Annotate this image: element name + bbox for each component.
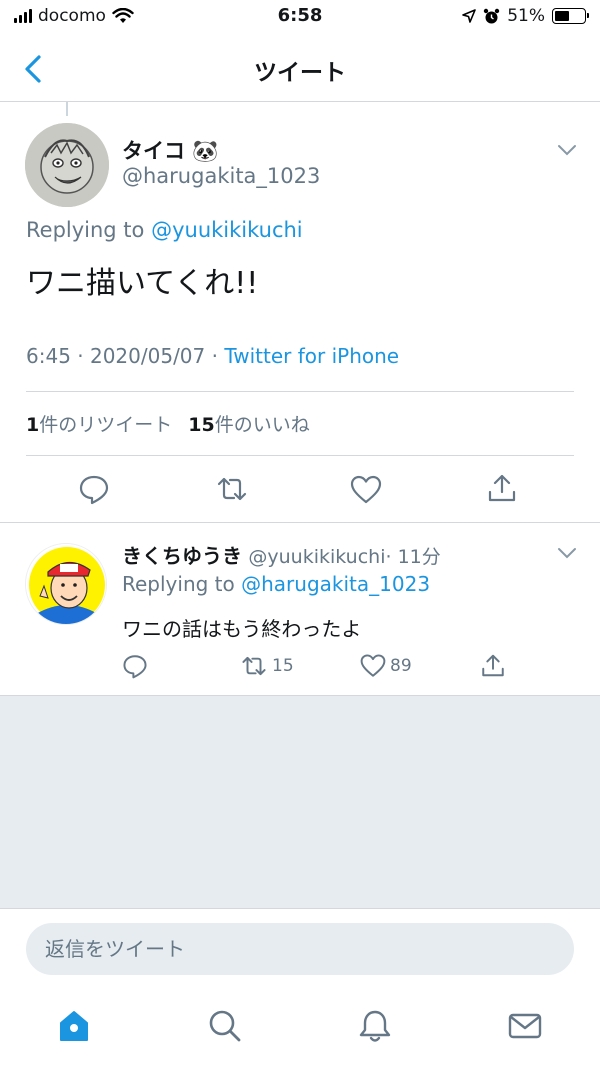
reply-icon	[123, 655, 147, 679]
reply-author-name[interactable]: きくちゆうき	[122, 544, 242, 568]
replying-prefix: Replying to	[26, 218, 152, 242]
like-heart-icon	[360, 654, 386, 677]
retweet-icon	[242, 656, 266, 676]
retweet-stat[interactable]: 1件のリツイート	[26, 410, 172, 437]
reply-like-button[interactable]: 89	[360, 653, 412, 679]
reply-share-button[interactable]	[480, 652, 506, 679]
messages-envelope-icon[interactable]	[507, 1008, 543, 1044]
divider	[26, 391, 574, 392]
reply-replying-to: Replying to @harugakita_1023	[122, 572, 430, 596]
reply-text: ワニの話はもう終わったよ	[122, 617, 362, 641]
author-name[interactable]: タイコ 🐼	[122, 135, 218, 165]
tweet-timestamp: 6:45 · 2020/05/07 ·	[26, 344, 225, 368]
location-arrow-icon	[462, 9, 477, 23]
like-heart-icon[interactable]	[350, 474, 382, 506]
source-link[interactable]: Twitter for iPhone	[224, 344, 399, 368]
reply-avatar[interactable]	[25, 543, 107, 625]
tweet-text: ワニ描いてくれ!!	[26, 266, 259, 301]
notifications-bell-icon[interactable]	[357, 1008, 393, 1044]
share-icon	[482, 654, 504, 677]
avatar-drawing	[26, 544, 106, 624]
thread-connector	[66, 102, 68, 116]
retweet-stat-label: 件のリツイート	[39, 414, 173, 436]
divider	[26, 455, 574, 456]
empty-thread-area	[0, 696, 600, 908]
home-icon[interactable]	[56, 1008, 92, 1044]
like-stat-label: 件のいいね	[214, 414, 310, 436]
page-title: ツイート	[254, 60, 346, 86]
reply-age: · 11分	[385, 546, 441, 568]
retweet-icon[interactable]	[216, 473, 248, 505]
chevron-down-icon[interactable]	[556, 546, 578, 560]
reply-retweet-count: 15	[272, 656, 294, 676]
replying-to: Replying to @yuukikikuchi	[26, 218, 303, 242]
reply-composer	[0, 908, 600, 988]
reply-header: きくちゆうき @yuukikikuchi· 11分	[122, 540, 441, 569]
chevron-down-icon[interactable]	[556, 143, 578, 157]
search-icon[interactable]	[207, 1008, 243, 1044]
like-count: 15	[188, 414, 215, 436]
battery-icon	[552, 8, 589, 24]
battery-percent: 51%	[507, 6, 545, 26]
tweet-meta: 6:45 · 2020/05/07 · Twitter for iPhone	[26, 344, 399, 368]
reply-like-count: 89	[390, 656, 412, 676]
nav-bar: ツイート	[0, 36, 600, 102]
reply-icon[interactable]	[78, 473, 110, 505]
alarm-icon	[484, 8, 500, 23]
retweet-count: 1	[26, 414, 40, 436]
mention-link[interactable]: @harugakita_1023	[241, 572, 430, 596]
divider	[0, 522, 600, 523]
avatar-drawing	[25, 123, 109, 207]
reply-reply-button[interactable]	[122, 653, 148, 679]
avatar[interactable]	[25, 123, 109, 207]
reply-author-handle[interactable]: @yuukikikuchi	[248, 546, 385, 568]
share-icon[interactable]	[486, 472, 518, 504]
status-bar: docomo 6:58 51%	[0, 0, 600, 36]
tab-bar	[0, 988, 600, 1067]
like-stat[interactable]: 15件のいいね	[188, 410, 309, 437]
tweet-stats: 1件のリツイート 15件のいいね	[26, 410, 310, 437]
reply-input[interactable]	[26, 923, 574, 975]
replying-prefix: Replying to	[122, 572, 242, 596]
mention-link[interactable]: @yuukikikuchi	[151, 218, 303, 242]
reply-retweet-button[interactable]: 15	[240, 653, 294, 679]
author-handle[interactable]: @harugakita_1023	[122, 164, 320, 188]
